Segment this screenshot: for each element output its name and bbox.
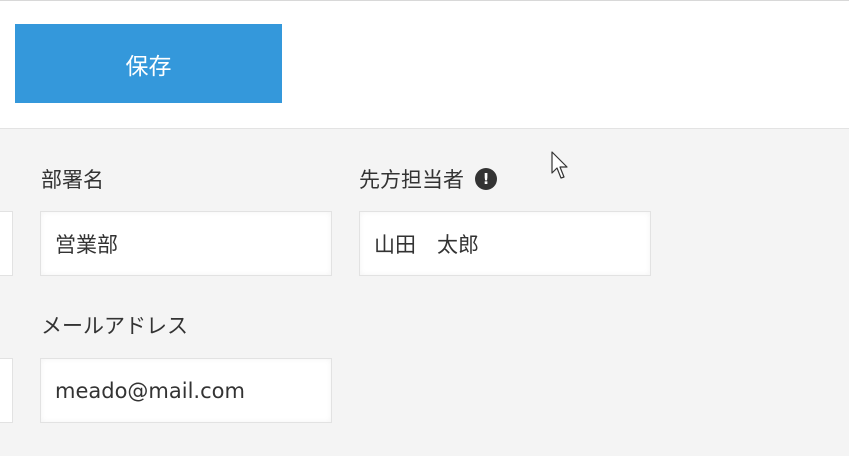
contact-form: 部署名 営業部 先方担当者 ! 山田 太郎 メールアドレス meado@mail…	[0, 129, 849, 456]
email-input[interactable]: meado@mail.com	[40, 358, 332, 423]
cut-off-input-row1[interactable]	[0, 211, 13, 276]
exclamation-circle-icon[interactable]: !	[475, 168, 497, 190]
department-label-text: 部署名	[41, 168, 104, 192]
department-input[interactable]: 営業部	[40, 211, 332, 276]
contact-person-label-text: 先方担当者	[359, 168, 464, 192]
mouse-cursor-icon	[551, 151, 568, 179]
contact-person-label: 先方担当者 !	[359, 165, 497, 193]
email-label-text: メールアドレス	[41, 314, 188, 338]
department-label: 部署名	[41, 165, 104, 193]
toolbar: 保存	[0, 0, 849, 129]
cut-off-input-row2[interactable]	[0, 358, 13, 423]
email-label: メールアドレス	[41, 311, 188, 339]
save-button[interactable]: 保存	[15, 24, 282, 103]
contact-person-input[interactable]: 山田 太郎	[359, 211, 651, 276]
